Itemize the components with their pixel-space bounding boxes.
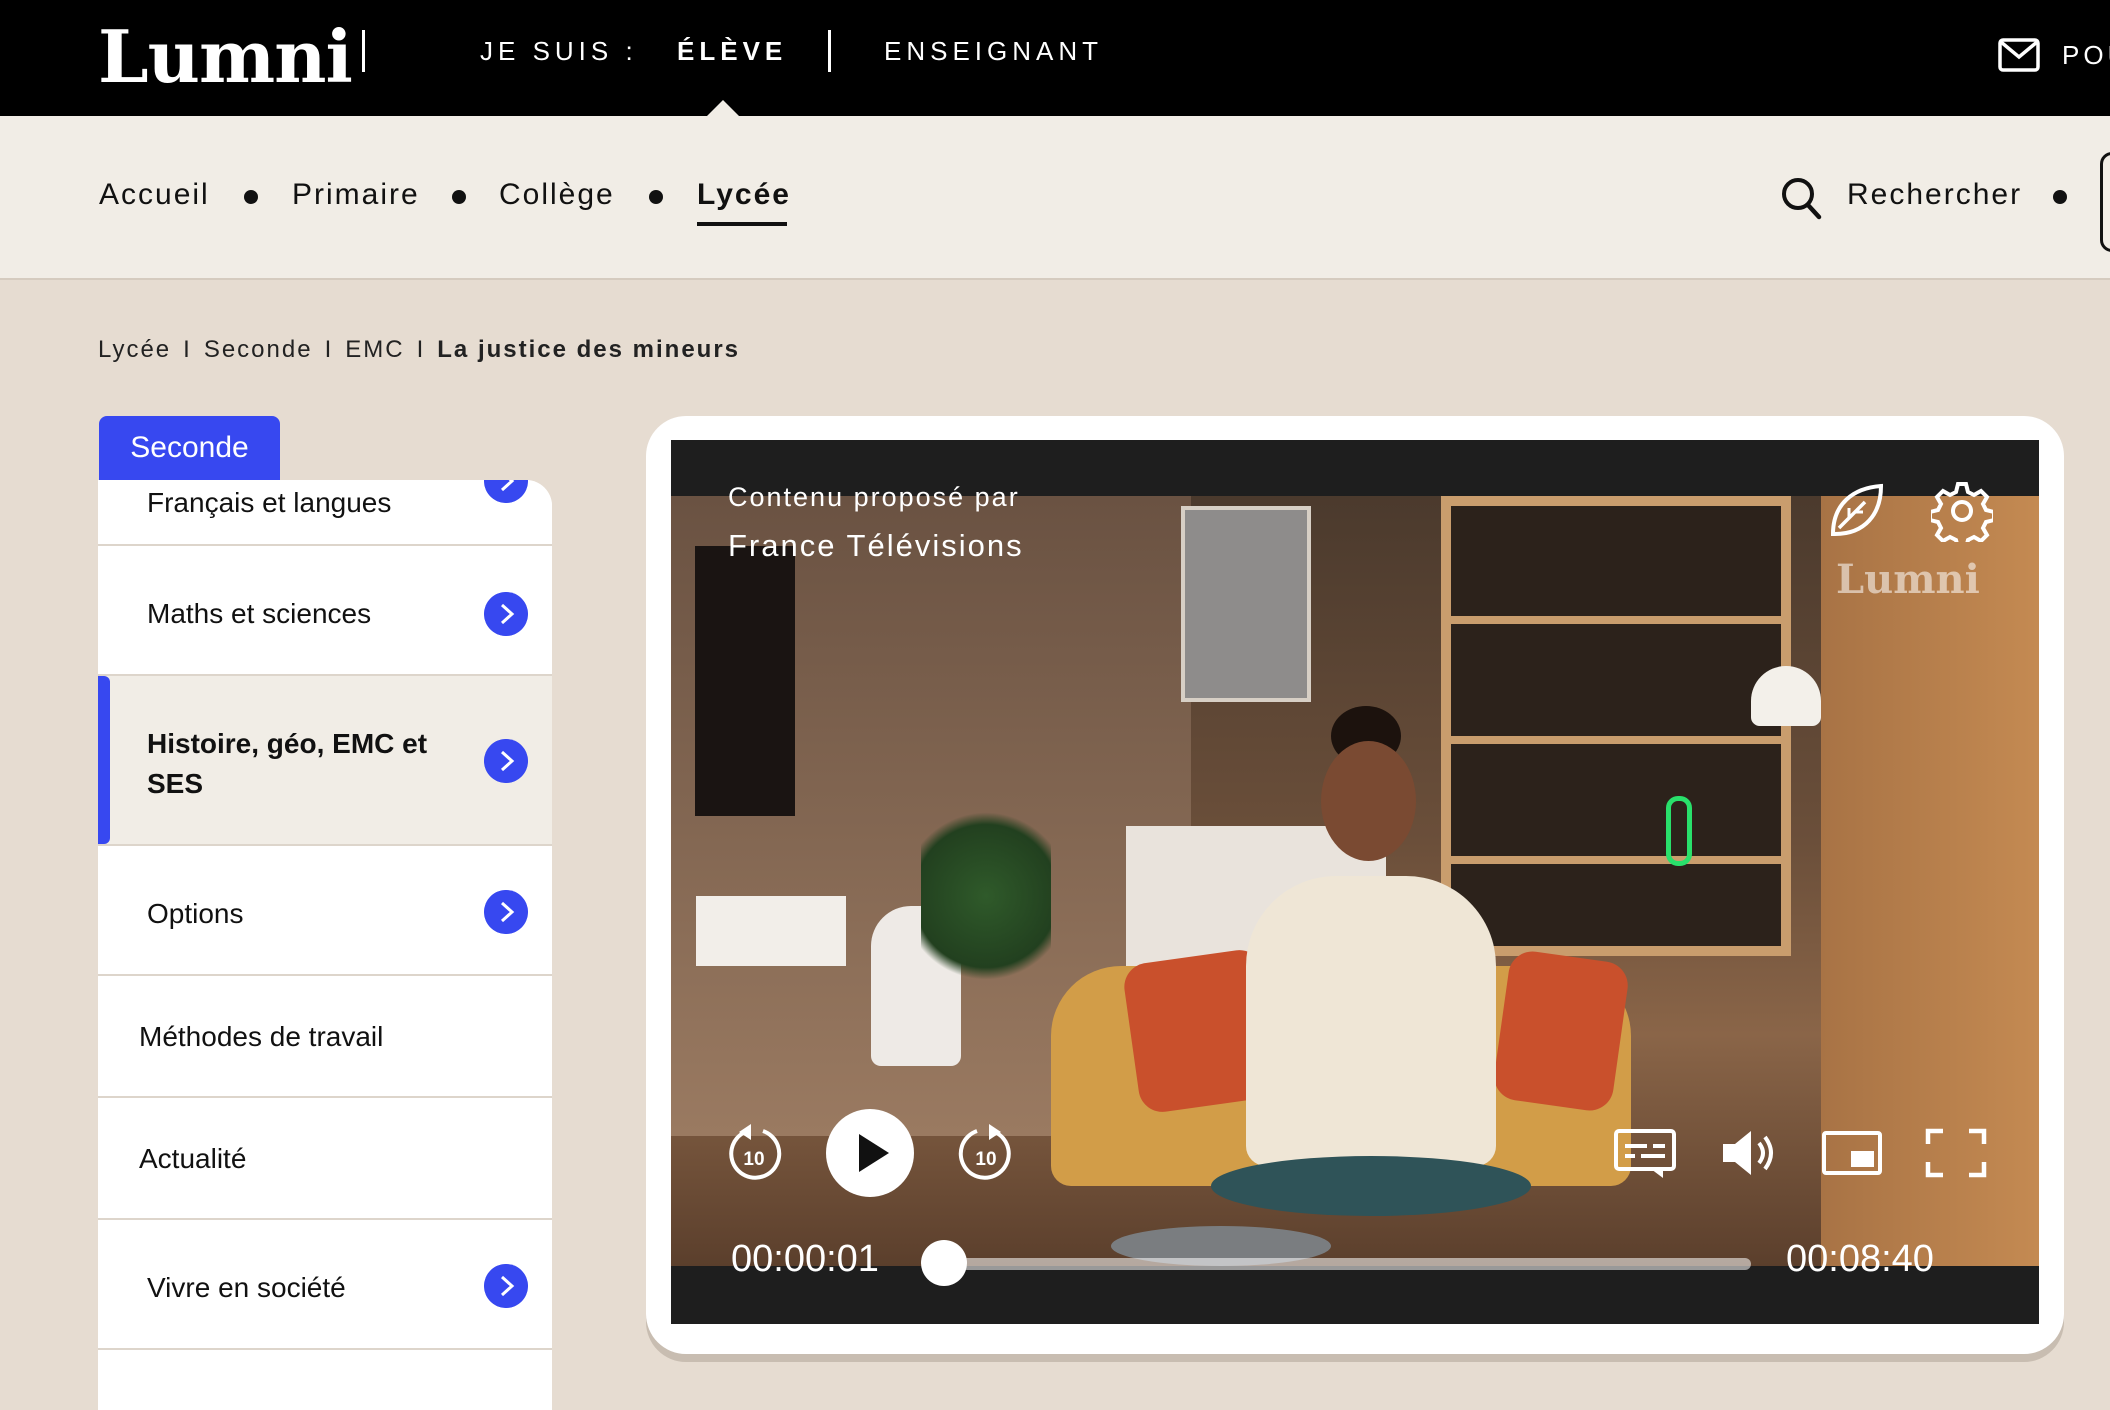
scene-pillow [1491,948,1631,1114]
breadcrumb-current: La justice des mineurs [437,336,741,363]
scene-presenter-head [1321,741,1416,861]
breadcrumb-lycee[interactable]: Lycée [98,336,171,364]
nav-dot [452,190,466,204]
chevron-right-icon[interactable] [484,1264,528,1308]
chevron-right-icon[interactable] [484,480,528,503]
rewind-10-icon[interactable]: 10 [725,1122,783,1184]
sidebar-item-maths[interactable]: Maths et sciences [98,546,552,676]
gear-icon[interactable] [1931,480,1993,542]
je-suis-label: JE SUIS : [480,36,638,66]
nav-college[interactable]: Collège [499,178,615,212]
nav-primaire[interactable]: Primaire [292,178,420,212]
provider-label: Contenu proposé par [728,482,1020,512]
breadcrumb-emc[interactable]: EMC [345,336,404,364]
sidebar: Français et langues Maths et sciences Hi… [98,480,552,1410]
enseignant-link[interactable]: ENSEIGNANT [884,36,1103,67]
scene-presenter [1246,876,1496,1166]
breadcrumb-separator: I [183,336,192,363]
scene-desk [696,896,846,966]
nav-dot [649,190,663,204]
nav-active-underline [697,222,787,226]
sidebar-item-label: Histoire, géo, EMC et [147,728,428,759]
mail-icon[interactable] [1998,38,2040,72]
breadcrumb: Lycée I Seconde I EMC I La justice des mineurs [98,336,740,364]
sidebar-item-histoire[interactable]: Histoire, géo, EMC et SES [98,676,552,846]
picture-in-picture-icon[interactable] [1821,1130,1883,1176]
shelf-board [1451,736,1781,744]
scene-map-frame [1181,506,1311,702]
search-icon[interactable] [1780,176,1822,220]
leaf-icon[interactable] [1825,480,1887,542]
sidebar-item-label: Méthodes de travail [139,1021,384,1052]
breadcrumb-seconde[interactable]: Seconde [204,336,313,364]
forward-seconds: 10 [975,1149,996,1170]
nav-dot [244,190,258,204]
top-right-link[interactable]: POU [2062,40,2110,71]
sidebar-item-methodes[interactable]: Méthodes de travail [98,976,552,1098]
chevron-right-icon[interactable] [484,739,528,783]
sidebar-item-francais[interactable]: Français et langues [98,480,552,546]
divider [362,30,365,72]
nav-dot [2053,190,2067,204]
nav-lycee[interactable]: Lycée [697,178,791,212]
scene-neon-cactus [1666,796,1692,866]
nav-accueil[interactable]: Accueil [99,178,210,212]
sidebar-tab-seconde[interactable]: Seconde [99,416,280,480]
volume-icon[interactable] [1719,1128,1779,1178]
sidebar-item-label-line2: SES [147,768,204,799]
shelf-board [1451,616,1781,624]
scene-bookshelf [1441,496,1791,956]
rewind-seconds: 10 [743,1149,764,1170]
scene-table [1211,1156,1531,1216]
scene-poster [695,546,795,816]
lumni-watermark: Lumni [1836,556,1980,603]
provider-name: France Télévisions [728,528,1024,563]
lumni-logo[interactable]: Lumni [98,14,353,99]
search-link[interactable]: Rechercher [1847,178,2022,212]
progress-thumb[interactable] [920,1240,967,1286]
sidebar-item-options[interactable]: Options [98,846,552,976]
sidebar-item-label: Options [147,898,244,929]
breadcrumb-separator: I [324,336,334,363]
video-player[interactable]: Lumni Contenu proposé par France Télévis… [671,440,2039,1324]
main-nav: Accueil Primaire Collège Lycée Recherche… [0,116,2110,280]
subtitles-icon[interactable] [1613,1128,1677,1180]
sidebar-item-label: Vivre en société [147,1272,346,1303]
current-time: 00:00:01 [731,1238,879,1280]
progress-track[interactable] [943,1258,1751,1270]
chevron-right-icon[interactable] [484,890,528,934]
active-caret [707,100,739,116]
eleve-link[interactable]: ÉLÈVE [677,36,787,67]
sidebar-item-label: Français et langues [147,487,392,518]
forward-10-icon[interactable]: 10 [957,1122,1015,1184]
active-accent-bar [98,676,110,844]
scene-plant [921,796,1051,996]
sidebar-item-vivre[interactable]: Vivre en société [98,1220,552,1350]
breadcrumb-separator: I [416,336,426,363]
divider [828,30,831,72]
chevron-right-icon[interactable] [484,592,528,636]
duration: 00:08:40 [1786,1238,1934,1280]
scene-lamp [1751,666,1821,726]
sidebar-item-actualite[interactable]: Actualité [98,1098,552,1220]
login-button[interactable] [2100,152,2110,252]
play-button[interactable] [825,1108,915,1198]
shelf-board [1451,856,1781,864]
sidebar-item-label: Actualité [139,1143,247,1174]
fullscreen-icon[interactable] [1925,1128,1987,1178]
top-bar: Lumni JE SUIS : ÉLÈVE ENSEIGNANT POU [0,0,2110,116]
sidebar-item-label: Maths et sciences [147,598,372,629]
